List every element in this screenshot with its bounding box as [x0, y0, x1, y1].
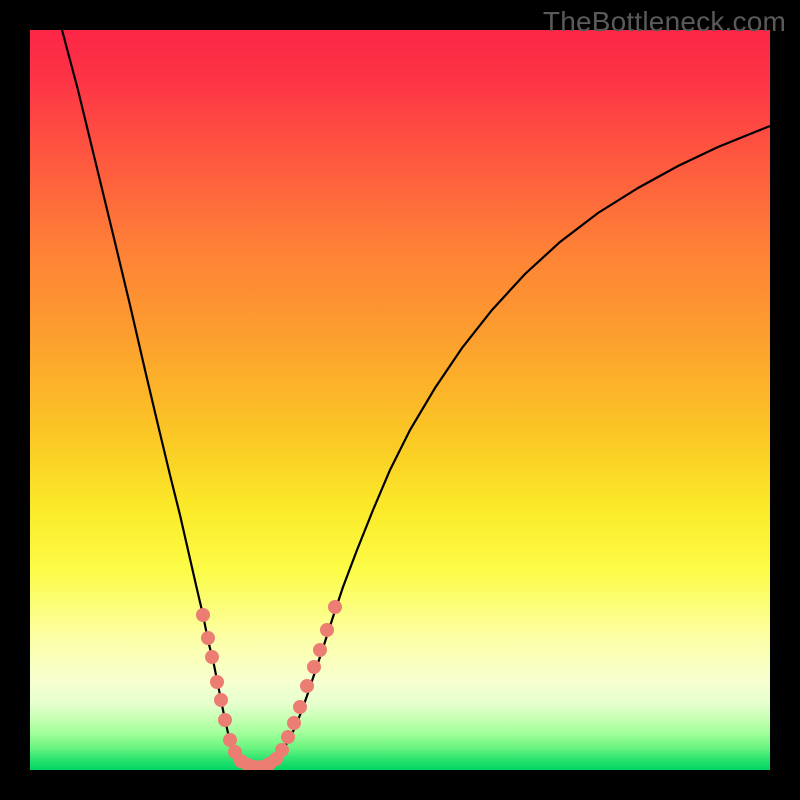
marker-dot	[314, 644, 327, 657]
marker-dot	[197, 609, 210, 622]
marker-dot	[224, 734, 237, 747]
marker-dot	[294, 701, 307, 714]
plot-area	[30, 30, 770, 770]
marker-dot	[215, 694, 228, 707]
marker-dot	[282, 731, 295, 744]
marker-dot	[288, 717, 301, 730]
watermark-text: TheBottleneck.com	[543, 6, 786, 38]
marker-dot	[206, 651, 219, 664]
marker-dot	[301, 680, 314, 693]
marker-dot	[219, 714, 232, 727]
chart-frame: TheBottleneck.com	[0, 0, 800, 800]
marker-dot	[202, 632, 215, 645]
curve-overlay	[30, 30, 770, 770]
marker-dot	[211, 676, 224, 689]
marker-dot	[276, 744, 289, 757]
marker-dot	[308, 661, 321, 674]
marker-dots-group	[197, 601, 342, 771]
bottleneck-curve	[62, 30, 770, 767]
marker-dot	[321, 624, 334, 637]
marker-dot	[329, 601, 342, 614]
